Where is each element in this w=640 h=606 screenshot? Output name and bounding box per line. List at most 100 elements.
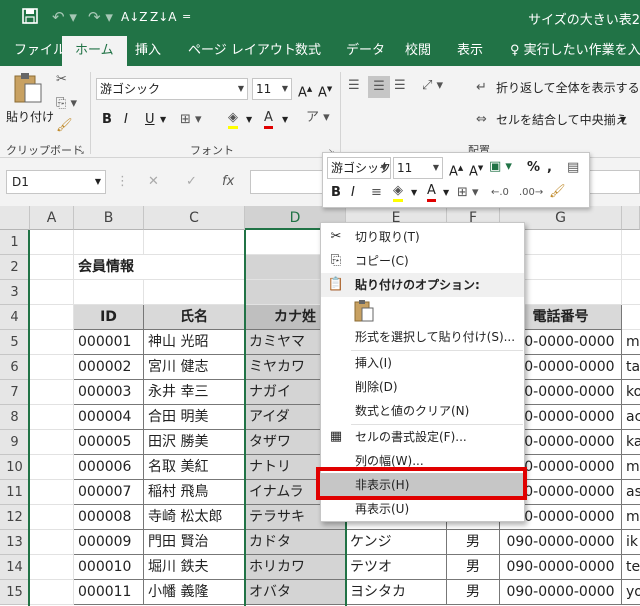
accounting-format-icon[interactable]: ▣ ▾ — [489, 159, 512, 175]
table-cell[interactable]: 名取 美紅 — [144, 455, 245, 480]
row-header[interactable]: 5 — [0, 330, 30, 355]
row-header[interactable]: 9 — [0, 430, 30, 455]
font-color-icon[interactable]: A — [427, 183, 436, 202]
name-box[interactable]: D1 ▼ — [6, 170, 106, 194]
cut-icon[interactable]: ✂ — [56, 72, 67, 88]
underline-button[interactable]: U — [145, 112, 155, 128]
menu-item-format-cells[interactable]: ▦ セルの書式設定(F)... — [321, 425, 524, 449]
table-cell[interactable]: as — [622, 480, 640, 505]
border-icon[interactable]: ⊞ ▾ — [457, 185, 479, 201]
cell[interactable] — [30, 330, 74, 355]
font-color-icon[interactable]: A — [264, 110, 273, 129]
fill-color-icon[interactable]: ◈ — [228, 110, 238, 129]
row-header[interactable]: 13 — [0, 530, 30, 555]
table-cell[interactable]: yo — [622, 580, 640, 605]
table-cell[interactable]: ko — [622, 380, 640, 405]
wrap-text-button[interactable]: 折り返して全体を表示する — [496, 80, 640, 96]
paste-option-button[interactable] — [353, 299, 375, 325]
decrease-decimal-icon[interactable]: .00→ — [519, 185, 543, 201]
font-size-select[interactable]: 11 ▼ — [252, 78, 292, 100]
sort-ascending-icon[interactable]: A↓Z — [121, 8, 147, 26]
mini-font-name-select[interactable]: 游ゴシック ▼ — [327, 157, 391, 179]
table-cell[interactable]: 合田 明美 — [144, 405, 245, 430]
paste-button[interactable]: 貼り付け — [6, 72, 54, 128]
cell[interactable] — [144, 230, 245, 255]
sort-descending-icon[interactable]: Z↓A — [150, 8, 176, 26]
row-header[interactable]: 3 — [0, 280, 30, 305]
column-header-h[interactable] — [622, 206, 640, 230]
table-cell[interactable]: 寺崎 松太郎 — [144, 505, 245, 530]
shrink-font-icon[interactable]: A▼ — [318, 81, 332, 101]
row-header[interactable]: 12 — [0, 505, 30, 530]
table-cell[interactable]: 000005 — [74, 430, 144, 455]
cell[interactable] — [30, 555, 74, 580]
menu-item-delete[interactable]: 削除(D) — [321, 375, 524, 399]
table-cell[interactable]: オバタ — [245, 580, 346, 605]
table-cell[interactable]: 000009 — [74, 530, 144, 555]
format-table-icon[interactable]: ▤ — [567, 160, 579, 176]
cell[interactable] — [30, 580, 74, 605]
comma-style-icon[interactable]: , — [547, 160, 552, 176]
row-header[interactable]: 15 — [0, 580, 30, 605]
row-header[interactable]: 4 — [0, 305, 30, 330]
cell[interactable] — [30, 230, 74, 255]
table-cell[interactable]: 門田 賢治 — [144, 530, 245, 555]
mini-font-size-select[interactable]: 11 ▼ — [393, 157, 443, 179]
select-all-corner[interactable] — [0, 206, 30, 230]
row-header[interactable]: 14 — [0, 555, 30, 580]
table-cell[interactable]: ヨシタカ — [346, 580, 447, 605]
table-cell[interactable]: 神山 光昭 — [144, 330, 245, 355]
tab-home[interactable]: ホーム — [62, 36, 127, 66]
cell[interactable] — [74, 280, 144, 305]
copy-icon[interactable]: ⎘ ▾ — [56, 96, 77, 112]
cell[interactable] — [144, 280, 245, 305]
table-cell[interactable]: 090-0000-0000 — [500, 530, 622, 555]
table-cell[interactable]: m — [622, 455, 640, 480]
format-painter-icon[interactable]: 🖌 — [549, 184, 566, 200]
phonetic-icon[interactable]: ア ▾ — [306, 110, 330, 126]
cell[interactable] — [622, 255, 640, 280]
cell[interactable] — [30, 380, 74, 405]
column-header-c[interactable]: C — [144, 206, 245, 230]
tab-file[interactable]: ファイル — [14, 36, 66, 66]
table-cell[interactable]: 090-0000-0000 — [500, 580, 622, 605]
align-top-icon[interactable]: ☰ — [348, 78, 360, 94]
table-cell[interactable]: 000007 — [74, 480, 144, 505]
table-cell[interactable]: 000002 — [74, 355, 144, 380]
align-bottom-icon[interactable]: ☰ — [394, 78, 406, 94]
cell[interactable] — [622, 230, 640, 255]
cell[interactable] — [622, 305, 640, 330]
menu-item-copy[interactable]: ⎘ コピー(C) — [321, 249, 524, 273]
chevron-down-icon[interactable]: ▼ — [443, 185, 449, 201]
font-name-select[interactable]: 游ゴシック ▼ — [96, 78, 248, 100]
table-cell[interactable]: te — [622, 555, 640, 580]
column-header-a[interactable]: A — [30, 206, 74, 230]
table-cell[interactable]: 堀川 鉄夫 — [144, 555, 245, 580]
menu-item-unhide[interactable]: 再表示(U) — [321, 497, 524, 521]
table-cell[interactable]: 000010 — [74, 555, 144, 580]
bold-button[interactable]: B — [102, 112, 112, 128]
chevron-down-icon[interactable]: ▼ — [282, 112, 288, 128]
tab-data[interactable]: データ — [346, 36, 385, 66]
table-cell[interactable]: ta — [622, 355, 640, 380]
chevron-down-icon[interactable]: ▼ — [620, 112, 626, 128]
row-header[interactable]: 1 — [0, 230, 30, 255]
cell[interactable] — [30, 455, 74, 480]
enter-icon[interactable]: ✓ — [186, 174, 197, 190]
column-header-b[interactable]: B — [74, 206, 144, 230]
align-middle-icon[interactable]: ☰ — [368, 76, 390, 98]
align-center-icon[interactable]: ≡ — [371, 185, 382, 201]
undo-icon[interactable]: ↶ ▾ — [52, 8, 77, 26]
format-painter-icon[interactable]: 🖌 — [56, 118, 73, 134]
table-cell[interactable]: 000011 — [74, 580, 144, 605]
percent-style-icon[interactable]: % — [527, 160, 540, 176]
menu-item-clear-contents[interactable]: 数式と値のクリア(N) — [321, 399, 524, 423]
table-cell[interactable]: ホリカワ — [245, 555, 346, 580]
table-cell[interactable]: テツオ — [346, 555, 447, 580]
table-cell[interactable]: 000003 — [74, 380, 144, 405]
menu-item-paste-special[interactable]: 形式を選択して貼り付け(S)... — [321, 325, 524, 349]
insert-function-icon[interactable]: fx — [222, 174, 234, 190]
table-cell[interactable]: 000004 — [74, 405, 144, 430]
table-cell[interactable]: 男 — [447, 580, 500, 605]
row-header[interactable]: 2 — [0, 255, 30, 280]
